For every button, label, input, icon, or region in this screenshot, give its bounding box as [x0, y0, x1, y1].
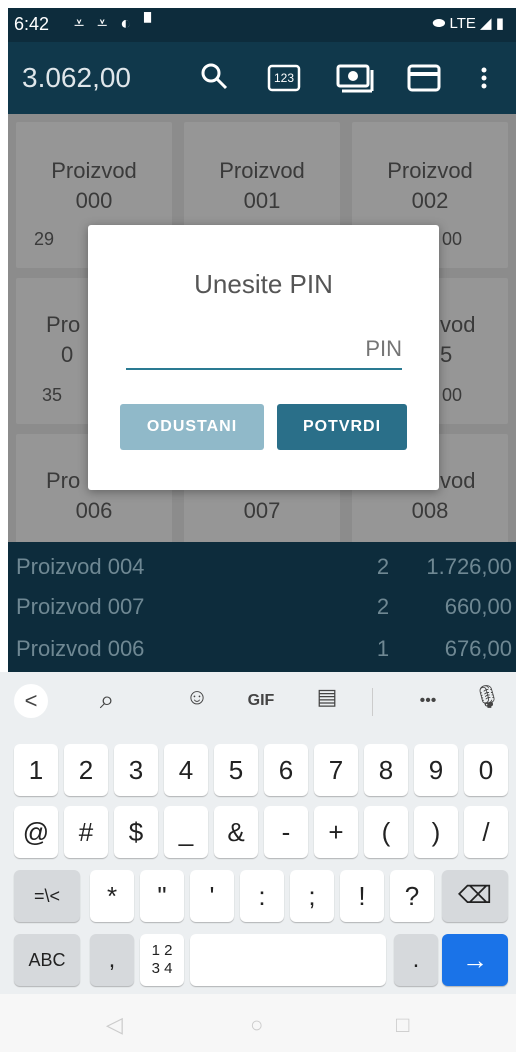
key[interactable]: ": [140, 870, 184, 922]
cash-icon[interactable]: [334, 60, 374, 96]
key[interactable]: 4: [164, 744, 208, 796]
key[interactable]: 2: [64, 744, 108, 796]
microphone-icon[interactable]: 🎙: [470, 684, 504, 718]
confirm-button[interactable]: POTVRDI: [277, 404, 407, 450]
abc-key[interactable]: ABC: [14, 934, 80, 986]
key[interactable]: ': [190, 870, 234, 922]
app-bar: 3.062,00 123: [8, 42, 516, 114]
notification-icons: ⩡ ⩡ ◐ ▘: [74, 13, 163, 33]
space-key[interactable]: [190, 934, 386, 986]
key[interactable]: ): [414, 806, 458, 858]
symbols-toggle-key[interactable]: =\<: [14, 870, 80, 922]
pin-field: [126, 330, 406, 370]
key[interactable]: 8: [364, 744, 408, 796]
keyboard-toolbar: < ⌕ ☺ GIF ▤ ••• 🎙: [0, 672, 516, 730]
cart-list: Proizvod 004 2 1.726,00 Proizvod 007 2 6…: [8, 542, 516, 672]
key[interactable]: #: [64, 806, 108, 858]
key[interactable]: 1: [14, 744, 58, 796]
keyboard-search-icon[interactable]: ⌕: [90, 684, 124, 718]
signal-battery-icons: ⬬ LTE ◢ ▮: [432, 15, 505, 32]
cart-row[interactable]: Proizvod 004 2 1.726,00: [8, 548, 516, 584]
key[interactable]: /: [464, 806, 508, 858]
dialog-title: Unesite PIN: [194, 269, 333, 299]
nav-home-icon[interactable]: ○: [250, 1012, 263, 1038]
comma-key[interactable]: ,: [90, 934, 134, 986]
status-time: 6:42: [14, 14, 50, 34]
nav-recent-icon[interactable]: □: [396, 1012, 409, 1038]
key[interactable]: *: [90, 870, 134, 922]
key[interactable]: 9: [414, 744, 458, 796]
more-icon[interactable]: [478, 60, 498, 96]
key[interactable]: _: [164, 806, 208, 858]
period-key[interactable]: .: [394, 934, 438, 986]
soft-keyboard: < ⌕ ☺ GIF ▤ ••• 🎙 1 2 3 4 5 6 7 8 9 0 @ …: [0, 672, 516, 994]
key[interactable]: 6: [264, 744, 308, 796]
pin-input[interactable]: [126, 330, 406, 368]
backspace-icon[interactable]: ⌫: [442, 870, 508, 922]
numpad-key[interactable]: 1 2 3 4: [140, 934, 184, 986]
cancel-button[interactable]: ODUSTANI: [120, 404, 264, 450]
search-icon[interactable]: [198, 60, 234, 96]
cart-row[interactable]: Proizvod 006 1 676,00: [8, 630, 516, 666]
sticker-icon[interactable]: ☺: [180, 684, 214, 718]
keyboard-back-icon[interactable]: <: [14, 684, 48, 718]
key[interactable]: 7: [314, 744, 358, 796]
key[interactable]: &: [214, 806, 258, 858]
gif-button[interactable]: GIF: [236, 684, 286, 718]
keypad-123-label: 123: [274, 71, 295, 85]
navigation-bar: ◁ ○ □: [0, 994, 516, 1052]
key[interactable]: +: [314, 806, 358, 858]
key[interactable]: ?: [390, 870, 434, 922]
nav-back-icon[interactable]: ◁: [106, 1012, 123, 1038]
key[interactable]: 0: [464, 744, 508, 796]
status-bar: 6:42 ⩡ ⩡ ◐ ▘ ⬬ LTE ◢ ▮: [8, 8, 516, 42]
key[interactable]: (: [364, 806, 408, 858]
cart-total: 3.062,00: [22, 62, 131, 93]
enter-key[interactable]: →: [442, 934, 508, 986]
card-icon[interactable]: [406, 60, 442, 96]
key[interactable]: :: [240, 870, 284, 922]
key[interactable]: ;: [290, 870, 334, 922]
key[interactable]: !: [340, 870, 384, 922]
more-options-icon[interactable]: •••: [408, 684, 448, 718]
clipboard-icon[interactable]: ▤: [310, 684, 344, 718]
keypad-123-icon[interactable]: 123: [266, 60, 302, 96]
pin-dialog: Unesite PIN ODUSTANI POTVRDI: [88, 225, 439, 490]
cart-row[interactable]: Proizvod 007 2 660,00: [8, 588, 516, 624]
key[interactable]: -: [264, 806, 308, 858]
key[interactable]: 5: [214, 744, 258, 796]
toolbar-divider: [372, 688, 373, 716]
key[interactable]: $: [114, 806, 158, 858]
key[interactable]: @: [14, 806, 58, 858]
key[interactable]: 3: [114, 744, 158, 796]
